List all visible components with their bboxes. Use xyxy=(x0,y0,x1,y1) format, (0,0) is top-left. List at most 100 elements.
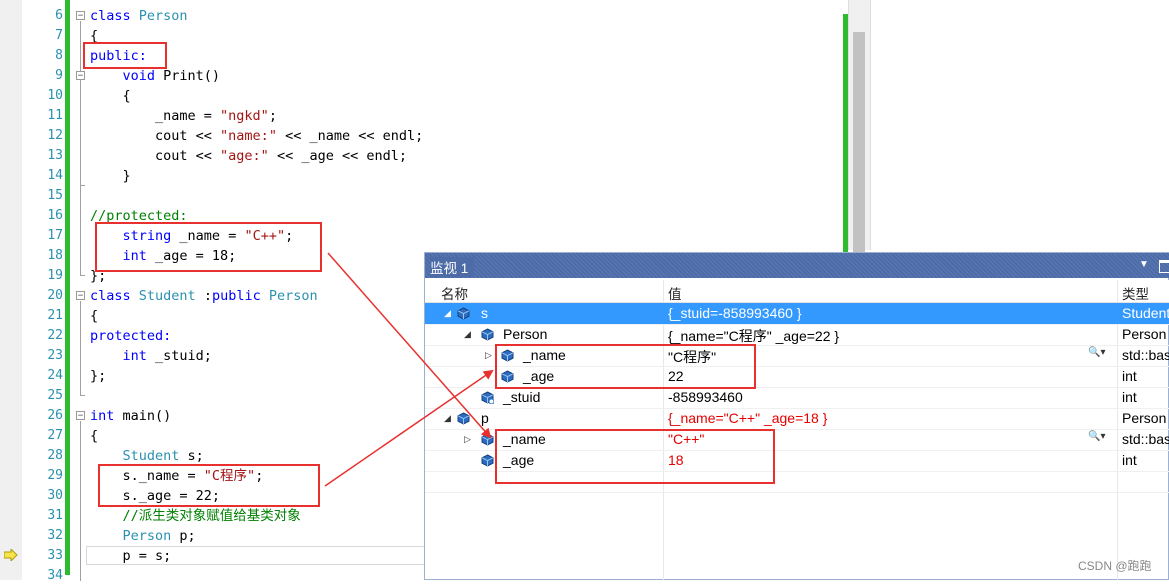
text-visualizer-icon[interactable]: 🔍▾ xyxy=(1088,431,1105,442)
column-header-value[interactable]: 值 xyxy=(668,283,682,303)
protected-object-icon xyxy=(481,391,495,405)
code-line[interactable]: class Student :public Person xyxy=(90,286,318,306)
code-line[interactable]: int _age = 18; xyxy=(90,246,237,266)
watch-row[interactable]: _stuid -858993460 int xyxy=(425,387,1169,409)
watch-row[interactable]: ◢ Person {_name="C程序" _age=22 } Person xyxy=(425,324,1169,346)
watch-row[interactable]: ▷ _name "C程序" 🔍▾ std::basic_string xyxy=(425,345,1169,367)
maximize-icon[interactable] xyxy=(1159,260,1169,273)
code-line[interactable]: class Person xyxy=(90,6,188,26)
line-number: 14 xyxy=(47,168,63,183)
expand-icon[interactable]: ▷ xyxy=(464,434,471,445)
line-number: 6 xyxy=(55,8,63,23)
code-line[interactable]: { xyxy=(90,306,98,326)
indicator-margin[interactable] xyxy=(0,0,23,580)
fold-guide xyxy=(80,81,81,185)
collapse-icon[interactable]: ◢ xyxy=(464,329,471,340)
watch-row-name[interactable]: Person xyxy=(503,326,547,342)
code-line[interactable]: int main() xyxy=(90,406,171,426)
code-line[interactable]: //protected: xyxy=(90,206,188,226)
watch-row-name[interactable]: _name xyxy=(523,347,566,363)
expand-icon[interactable]: ▷ xyxy=(485,350,492,361)
code-line[interactable]: //派生类对象赋值给基类对象 xyxy=(90,506,301,526)
line-number: 21 xyxy=(47,308,63,323)
change-tracking-bar xyxy=(65,0,70,575)
watch-row[interactable]: ◢ p {_name="C++" _age=18 } Person xyxy=(425,408,1169,430)
collapse-toggle-icon[interactable]: − xyxy=(76,411,85,421)
watch-row-name[interactable]: p xyxy=(481,410,489,426)
line-number: 16 xyxy=(47,208,63,223)
right-panel-area xyxy=(870,0,1169,250)
line-number: 26 xyxy=(47,408,63,423)
line-number: 28 xyxy=(47,448,63,463)
code-line[interactable]: protected: xyxy=(90,326,171,346)
watch-title: 监视 1 xyxy=(430,257,475,277)
watch-row[interactable]: _age 18 int xyxy=(425,450,1169,472)
watch-row-value[interactable]: 22 xyxy=(668,368,684,384)
code-line[interactable]: cout << "name:" << _name << endl; xyxy=(90,126,423,146)
code-line[interactable]: string _name = "C++"; xyxy=(90,226,294,246)
collapse-toggle-icon[interactable]: − xyxy=(76,11,85,21)
line-number: 34 xyxy=(47,568,63,583)
watch-row-type: Person xyxy=(1122,326,1167,342)
code-line[interactable]: s._age = 22; xyxy=(90,486,221,506)
watch-row-value[interactable]: {_name="C++" _age=18 } xyxy=(668,410,827,426)
watch-row-name[interactable]: _stuid xyxy=(503,389,540,405)
watch-title-bar[interactable]: 监视 1 ▼ xyxy=(425,253,1169,278)
watch-row-value[interactable]: -858993460 xyxy=(668,389,743,405)
collapse-icon[interactable]: ◢ xyxy=(444,413,451,424)
collapse-toggle-icon[interactable]: − xyxy=(76,71,85,81)
code-line[interactable]: }; xyxy=(90,266,106,286)
window-menu-dropdown-icon[interactable]: ▼ xyxy=(1139,259,1149,270)
watch-row-value[interactable]: "C++" xyxy=(668,431,704,447)
fold-end xyxy=(80,275,85,276)
code-line[interactable]: { xyxy=(90,426,98,446)
code-line[interactable]: { xyxy=(90,86,131,106)
watch-row-name[interactable]: s xyxy=(481,305,488,321)
watch-column-header: 名称 值 类型 xyxy=(425,280,1169,303)
code-line[interactable]: Student s; xyxy=(90,446,204,466)
code-line[interactable]: Person p; xyxy=(90,526,196,546)
code-line[interactable]: cout << "age:" << _age << endl; xyxy=(90,146,407,166)
scrollbar-thumb[interactable] xyxy=(853,32,865,252)
column-header-name[interactable]: 名称 xyxy=(441,283,468,303)
watch-row-name[interactable]: _age xyxy=(503,452,534,468)
watch-row-type: int xyxy=(1122,368,1137,384)
watch-row[interactable]: ▷ _name "C++" 🔍▾ std::basic_string xyxy=(425,429,1169,451)
watch-row-value[interactable]: {_stuid=-858993460 } xyxy=(668,305,802,321)
collapse-icon[interactable]: ◢ xyxy=(444,308,451,319)
line-number: 9 xyxy=(55,68,63,83)
watch-row[interactable]: ◢ s {_stuid=-858993460 } Student xyxy=(425,303,1169,325)
text-visualizer-icon[interactable]: 🔍▾ xyxy=(1088,347,1105,358)
code-line[interactable]: void Print() xyxy=(90,66,221,86)
watch-row-type: Student xyxy=(1122,305,1169,321)
line-number: 25 xyxy=(47,388,63,403)
fold-end xyxy=(80,185,85,186)
watch-row-value[interactable]: {_name="C程序" _age=22 } xyxy=(668,326,839,346)
watch-row-value[interactable]: 18 xyxy=(668,452,684,468)
line-number: 29 xyxy=(47,468,63,483)
code-line[interactable]: }; xyxy=(90,366,106,386)
code-line[interactable]: { xyxy=(90,26,98,46)
line-number: 17 xyxy=(47,228,63,243)
watch-row-type: std::basic_string xyxy=(1122,431,1169,447)
code-line[interactable]: s._name = "C程序"; xyxy=(90,466,264,486)
object-icon xyxy=(457,307,470,320)
code-line[interactable]: _name = "ngkd"; xyxy=(90,106,277,126)
object-icon xyxy=(481,328,494,341)
line-number: 15 xyxy=(47,188,63,203)
code-line[interactable]: p = s; xyxy=(90,546,172,566)
editor-vertical-scrollbar[interactable] xyxy=(848,0,871,252)
watch-row[interactable]: _age 22 int xyxy=(425,366,1169,388)
collapse-toggle-icon[interactable]: − xyxy=(76,291,85,301)
watch-row-type: Person xyxy=(1122,410,1167,426)
watch-row-name[interactable]: _name xyxy=(503,431,546,447)
watch-window[interactable]: 监视 1 ▼ 名称 值 类型 ◢ s {_stuid=-858993460 } Stu… xyxy=(424,252,1169,580)
column-header-type[interactable]: 类型 xyxy=(1122,283,1149,303)
watch-row-name[interactable]: _age xyxy=(523,368,554,384)
watch-row-value[interactable]: "C程序" xyxy=(668,347,716,367)
code-line[interactable]: int _stuid; xyxy=(90,346,212,366)
watch-empty-row[interactable] xyxy=(425,471,1169,493)
line-number: 13 xyxy=(47,148,63,163)
code-line[interactable]: public: xyxy=(90,46,147,66)
code-line[interactable]: } xyxy=(90,166,131,186)
